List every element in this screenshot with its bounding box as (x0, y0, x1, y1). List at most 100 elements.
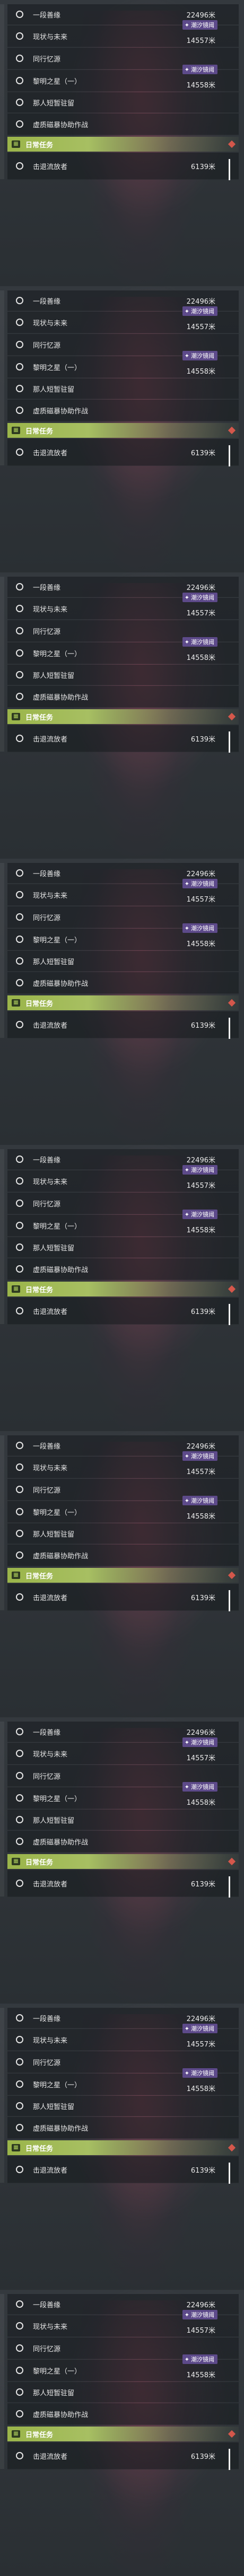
daily-tasks-header[interactable]: ▦ 日常任务 (7, 1282, 239, 1296)
quest-status-ring-icon (16, 99, 23, 106)
quest-row[interactable]: 现状与未来 14557米 ✦ 潮汐镜阈 (7, 1737, 239, 1765)
daily-quest-row[interactable]: 击退流放者 6139米 (7, 2442, 239, 2469)
daily-tasks-label: 日常任务 (25, 427, 54, 436)
daily-quest-row[interactable]: 击退流放者 6139米 (7, 1584, 239, 1611)
quest-distance: 22496米 (186, 584, 215, 592)
daily-quest-row[interactable]: 击退流放者 6139米 (7, 2156, 239, 2183)
daily-tasks-header[interactable]: ▦ 日常任务 (7, 1854, 239, 1869)
quest-status-ring-icon (16, 120, 23, 128)
quest-row[interactable]: 虚质磁暴协助作战 (7, 1258, 239, 1280)
alert-diamond-icon (228, 1857, 236, 1866)
quest-name: 同行忆源 (33, 1200, 61, 1208)
quest-status-ring-icon (16, 2388, 23, 2396)
quest-status-ring-icon (16, 32, 23, 40)
panel-edge (0, 1149, 4, 1324)
daily-quest-row[interactable]: 击退流放者 6139米 (7, 725, 239, 752)
daily-quest-row[interactable]: 击退流放者 6139米 (7, 1870, 239, 1897)
daily-tasks-header[interactable]: ▦ 日常任务 (7, 995, 239, 1010)
quest-status-ring-icon (16, 2014, 23, 2022)
region-tag-label: 潮汐镜阈 (191, 1211, 214, 1218)
quest-status-ring-icon (16, 1838, 23, 1845)
quest-row[interactable]: 那人短暂驻留 (7, 1523, 239, 1544)
quest-row[interactable]: 那人短暂驻留 (7, 378, 239, 399)
quest-row[interactable]: 现状与未来 14557米 ✦ 潮汐镜阈 (7, 1165, 239, 1192)
quest-row[interactable]: 虚质磁暴协助作战 (7, 1831, 239, 1852)
quest-distance: 22496米 (186, 1728, 215, 1737)
quest-row[interactable]: 那人短暂驻留 (7, 2382, 239, 2403)
daily-tasks-header[interactable]: ▦ 日常任务 (7, 2140, 239, 2155)
daily-quest-row[interactable]: 击退流放者 6139米 (7, 1298, 239, 1325)
alert-diamond-icon (228, 1285, 236, 1293)
region-tag: ✦ 潮汐镜阈 (182, 923, 217, 933)
quest-row[interactable]: 虚质磁暴协助作战 (7, 1545, 239, 1566)
region-tag: ✦ 潮汐镜阈 (182, 306, 217, 316)
daily-tasks-label: 日常任务 (25, 141, 54, 149)
daily-tasks-label: 日常任务 (25, 2431, 54, 2439)
daily-tasks-header[interactable]: ▦ 日常任务 (7, 2427, 239, 2441)
region-tag: ✦ 潮汐镜阈 (182, 1210, 217, 1219)
quest-row[interactable]: 现状与未来 14557米 ✦ 潮汐镜阈 (7, 593, 239, 620)
quest-row[interactable]: 黎明之星（一） 14558米 ✦ 潮汐镜阈 (7, 637, 239, 664)
quest-row[interactable]: 黎明之星（一） 14558米 ✦ 潮汐镜阈 (7, 1496, 239, 1523)
region-tag-label: 潮汐镜阈 (191, 925, 214, 932)
quest-row[interactable]: 那人短暂驻留 (7, 665, 239, 685)
quest-row[interactable]: 那人短暂驻留 (7, 92, 239, 113)
quest-row[interactable]: 现状与未来 14557米 ✦ 潮汐镜阈 (7, 1451, 239, 1478)
daily-quest-row[interactable]: 击退流放者 6139米 (7, 439, 239, 466)
tide-icon: ✦ (184, 66, 189, 73)
quest-name: 同行忆源 (33, 2059, 61, 2067)
quest-row[interactable]: 黎明之星（一） 14558米 ✦ 潮汐镜阈 (7, 351, 239, 378)
region-tag-label: 潮汐镜阈 (191, 639, 214, 646)
daily-quest-row[interactable]: 击退流放者 6139米 (7, 1011, 239, 1038)
daily-quest-distance: 6139米 (190, 163, 215, 171)
selection-indicator (229, 1304, 230, 1325)
quest-row[interactable]: 黎明之星（一） 14558米 ✦ 潮汐镜阈 (7, 923, 239, 950)
quest-row[interactable]: 黎明之星（一） 14558米 ✦ 潮汐镜阈 (7, 2068, 239, 2095)
daily-tasks-header[interactable]: ▦ 日常任务 (7, 1568, 239, 1583)
quest-row[interactable]: 虚质磁暴协助作战 (7, 400, 239, 421)
region-tag: ✦ 潮汐镜阈 (182, 879, 217, 888)
quest-row[interactable]: 黎明之星（一） 14558米 ✦ 潮汐镜阈 (7, 2354, 239, 2381)
quest-row[interactable]: 现状与未来 14557米 ✦ 潮汐镜阈 (7, 306, 239, 333)
quest-row[interactable]: 那人短暂驻留 (7, 1237, 239, 1258)
tide-icon: ✦ (184, 2311, 189, 2318)
quest-row[interactable]: 那人短暂驻留 (7, 1810, 239, 1830)
quest-status-ring-icon (16, 2452, 23, 2459)
quest-row[interactable]: 黎明之星（一） 14558米 ✦ 潮汐镜阈 (7, 1782, 239, 1809)
region-tag: ✦ 潮汐镜阈 (182, 2068, 217, 2078)
panel-edge (0, 577, 4, 752)
quest-status-ring-icon (16, 2058, 23, 2066)
quest-status-ring-icon (16, 1486, 23, 1493)
quest-status-ring-icon (16, 979, 23, 986)
daily-tasks-header[interactable]: ▦ 日常任务 (7, 709, 239, 724)
quest-row[interactable]: 黎明之星（一） 14558米 ✦ 潮汐镜阈 (7, 65, 239, 92)
tide-icon: ✦ (184, 2356, 189, 2363)
calendar-icon: ▦ (12, 1858, 20, 1865)
daily-tasks-header[interactable]: ▦ 日常任务 (7, 137, 239, 152)
quest-row[interactable]: 虚质磁暴协助作战 (7, 686, 239, 708)
quest-row[interactable]: 虚质磁暴协助作战 (7, 972, 239, 994)
quest-row[interactable]: 现状与未来 14557米 ✦ 潮汐镜阈 (7, 20, 239, 47)
daily-tasks-header[interactable]: ▦ 日常任务 (7, 423, 239, 438)
quest-name: 虚质磁暴协助作战 (33, 2411, 89, 2419)
quest-row[interactable]: 现状与未来 14557米 ✦ 潮汐镜阈 (7, 2024, 239, 2051)
region-tag: ✦ 潮汐镜阈 (182, 1782, 217, 1792)
quest-status-ring-icon (16, 957, 23, 965)
quest-row[interactable]: 黎明之星（一） 14558米 ✦ 潮汐镜阈 (7, 1210, 239, 1237)
quest-row[interactable]: 那人短暂驻留 (7, 2096, 239, 2116)
panel-edge (0, 2008, 4, 2183)
quest-row[interactable]: 虚质磁暴协助作战 (7, 113, 239, 135)
daily-quest-distance: 6139米 (190, 1021, 215, 1030)
daily-quest-row[interactable]: 击退流放者 6139米 (7, 153, 239, 180)
quest-row[interactable]: 虚质磁暴协助作战 (7, 2403, 239, 2425)
quest-row[interactable]: 现状与未来 14557米 ✦ 潮汐镜阈 (7, 2310, 239, 2337)
quest-row[interactable]: 那人短暂驻留 (7, 951, 239, 972)
quest-status-ring-icon (16, 1155, 23, 1163)
quest-row[interactable]: 现状与未来 14557米 ✦ 潮汐镜阈 (7, 879, 239, 906)
quest-row[interactable]: 虚质磁暴协助作战 (7, 2117, 239, 2139)
quest-distance: 14557米 (186, 1754, 215, 1762)
selection-indicator (229, 1018, 230, 1039)
daily-quest-distance: 6139米 (190, 449, 215, 457)
quest-status-ring-icon (16, 1199, 23, 1207)
quest-status-ring-icon (16, 162, 23, 170)
